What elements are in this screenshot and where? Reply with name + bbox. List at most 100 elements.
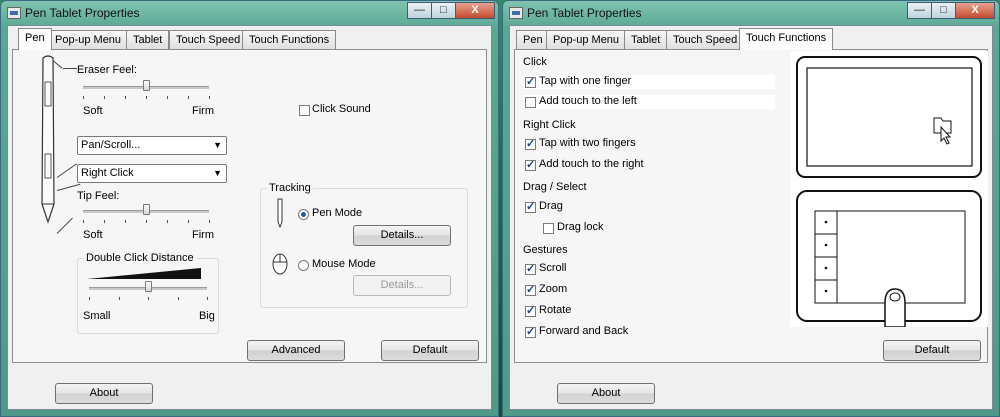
eraser-feel-label: Eraser Feel: <box>77 64 137 76</box>
option-checkbox[interactable] <box>525 304 536 317</box>
maximize-button[interactable]: □ <box>431 2 456 19</box>
slider-tick <box>83 96 84 99</box>
tab-touch-speed[interactable]: Touch Speed <box>666 30 745 49</box>
mouse-mode-radio[interactable] <box>298 260 309 271</box>
slider-tick <box>209 220 210 223</box>
upper-button-dropdown[interactable]: Pan/Scroll... ▼ <box>77 136 227 155</box>
slider-tick <box>207 297 208 300</box>
option-label: Tap with one finger <box>539 75 632 87</box>
title-bar[interactable]: Pen Tablet Properties — □ X <box>503 1 999 25</box>
lower-button-dropdown[interactable]: Right Click ▼ <box>77 164 227 183</box>
option-label: Scroll <box>539 262 567 274</box>
minimize-button[interactable]: — <box>907 2 932 19</box>
slider-tick <box>118 297 120 300</box>
slider-tick <box>188 96 189 99</box>
option-checkbox[interactable] <box>525 283 536 296</box>
slider-tick <box>148 297 149 300</box>
upper-button-value: Pan/Scroll... <box>81 139 141 151</box>
slider-tick <box>104 96 105 99</box>
eraser-feel-slider[interactable] <box>143 80 150 91</box>
pen-tablet-window-left: Pen Tablet Properties — □ X Pen Pop-up M… <box>0 0 499 417</box>
section-heading: Drag / Select <box>523 181 587 193</box>
slider-tick <box>146 96 147 99</box>
default-button[interactable]: Default <box>381 340 479 361</box>
slider-tick <box>167 96 168 99</box>
slider-tick <box>209 96 210 99</box>
about-button[interactable]: About <box>55 383 153 404</box>
option-checkbox[interactable] <box>525 97 536 108</box>
slider-tick <box>167 220 168 223</box>
slider-tick <box>146 220 147 223</box>
tab-pen[interactable]: Pen <box>18 28 52 50</box>
mouse-mode-label: Mouse Mode <box>312 258 376 270</box>
pen-tablet-window-right: Pen Tablet Properties — □ X Pen Pop-up M… <box>502 0 1000 417</box>
option-checkbox[interactable] <box>525 75 536 88</box>
tab-tablet[interactable]: Tablet <box>126 30 170 49</box>
app-icon <box>509 7 523 19</box>
tab-pen[interactable]: Pen <box>516 30 550 49</box>
option-checkbox[interactable] <box>543 223 554 234</box>
section-heading: Gestures <box>523 244 568 256</box>
mouse-icon <box>272 253 288 275</box>
dialog-client: Pen Pop-up Menu Tablet Touch Speed Touch… <box>7 25 492 410</box>
eraser-soft-label: Soft <box>83 105 103 117</box>
pen-mode-label: Pen Mode <box>312 207 363 219</box>
big-label: Big <box>199 310 215 322</box>
eraser-leader-line-2 <box>63 68 77 69</box>
slider-tick <box>89 297 90 300</box>
option-checkbox[interactable] <box>525 158 536 171</box>
option-label: Add touch to the right <box>539 158 644 170</box>
slider-tick <box>188 220 189 223</box>
double-click-slider[interactable] <box>145 281 152 292</box>
advanced-button[interactable]: Advanced <box>247 340 345 361</box>
tab-touch-speed[interactable]: Touch Speed <box>169 30 248 49</box>
option-label: Drag <box>539 200 563 212</box>
section-heading: Click <box>523 56 547 68</box>
pen-icon <box>41 55 55 224</box>
option-label: Forward and Back <box>539 325 629 337</box>
slider-tick <box>125 96 126 99</box>
finger-icon <box>884 288 906 327</box>
distance-wedge-icon <box>87 268 201 279</box>
lower-button-value: Right Click <box>81 167 134 179</box>
slider-tick <box>125 220 126 223</box>
minimize-button[interactable]: — <box>407 2 432 19</box>
tab-touch-functions[interactable]: Touch Functions <box>739 28 834 50</box>
close-button[interactable]: X <box>455 2 495 19</box>
option-checkbox[interactable] <box>525 325 536 338</box>
maximize-button[interactable]: □ <box>931 2 956 19</box>
slider-tick <box>104 220 105 223</box>
tablet-illustration <box>790 51 988 327</box>
app-icon <box>7 7 21 19</box>
slider-tick <box>177 297 179 300</box>
tab-popup-menu[interactable]: Pop-up Menu <box>48 30 129 49</box>
pen-mode-radio[interactable] <box>298 209 309 220</box>
option-checkbox[interactable] <box>525 262 536 275</box>
close-button[interactable]: X <box>955 2 995 19</box>
pen-details-button[interactable]: Details... <box>353 225 451 246</box>
eraser-firm-label: Firm <box>192 105 214 117</box>
default-button[interactable]: Default <box>883 340 981 361</box>
tab-tablet[interactable]: Tablet <box>624 30 668 49</box>
mouse-details-button[interactable]: Details... <box>353 275 451 296</box>
tip-firm-label: Firm <box>192 229 214 241</box>
dialog-client: Pen Pop-up Menu Tablet Touch Speed Touch… <box>509 25 993 410</box>
tracking-label: Tracking <box>267 182 313 194</box>
click-sound-checkbox[interactable] <box>299 105 310 116</box>
about-button[interactable]: About <box>557 383 655 404</box>
tab-popup-menu[interactable]: Pop-up Menu <box>546 30 627 49</box>
tip-feel-label: Tip Feel: <box>77 190 120 202</box>
pen-panel: Eraser Feel: Soft Firm Click Sound Pan/S… <box>12 49 487 363</box>
option-label: Tap with two fingers <box>539 137 636 149</box>
option-label: Zoom <box>539 283 568 295</box>
click-sound-label: Click Sound <box>312 103 371 115</box>
chevron-down-icon: ▼ <box>213 168 222 178</box>
option-checkbox[interactable] <box>525 200 536 213</box>
tab-touch-functions[interactable]: Touch Functions <box>242 30 337 49</box>
section-heading: Right Click <box>523 119 576 131</box>
option-checkbox[interactable] <box>525 137 536 150</box>
tip-feel-slider[interactable] <box>143 204 150 215</box>
touch-functions-panel: Click Tap with one finger Add touch to the… <box>514 49 988 363</box>
option-label: Add touch to the left <box>539 95 637 107</box>
title-bar[interactable]: Pen Tablet Properties — □ X <box>1 1 498 25</box>
